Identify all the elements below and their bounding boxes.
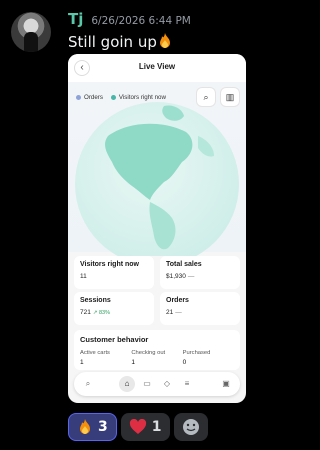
message-timestamp: 6/26/2026 6:44 PM (91, 15, 191, 27)
menu-icon[interactable]: ≡ (179, 376, 195, 392)
home-icon[interactable]: ⌂ (119, 376, 135, 392)
app-topbar: ‹ Live View (68, 54, 246, 82)
fire-emoji-icon (80, 419, 90, 434)
map-legend: Orders Visitors right now (76, 94, 166, 101)
purchased-stat: Purchased 0 (182, 350, 211, 366)
author-avatar[interactable] (11, 12, 51, 52)
customer-behavior-card[interactable]: Customer behavior Active carts 1 Checking… (74, 330, 240, 370)
sessions-card[interactable]: Sessions 721 ↗ 83% (74, 292, 154, 325)
search-icon[interactable]: ⌕ (197, 88, 215, 106)
fire-emoji-icon (157, 32, 173, 50)
reaction-count: 3 (98, 419, 108, 435)
live-globe-map[interactable]: Orders Visitors right now ⌕ ▥ (68, 82, 246, 256)
visitors-card[interactable]: Visitors right now 11 (74, 256, 154, 289)
tag-icon[interactable]: ◇ (159, 376, 175, 392)
orders-dot-icon (76, 95, 81, 100)
globe-icon (75, 102, 239, 256)
add-reaction-button[interactable] (173, 413, 208, 441)
attached-screenshot[interactable]: ‹ Live View Orders Visitors right now ⌕ … (68, 54, 246, 403)
store-icon[interactable]: ▣ (218, 376, 234, 392)
total-sales-card[interactable]: Total sales $1,930— (160, 256, 240, 289)
reactions-bar: 3 1 (68, 413, 208, 441)
book-icon[interactable]: ▥ (221, 88, 239, 106)
visitors-dot-icon (110, 95, 116, 100)
checking-out-stat: Checking out 1 (131, 350, 166, 366)
smiley-icon (182, 419, 199, 435)
message-body: Still goin up (68, 33, 157, 51)
author-name[interactable]: Tj (68, 10, 83, 28)
heart-reaction[interactable]: 1 (120, 413, 170, 441)
legend-orders: Orders (76, 94, 103, 101)
app-title: Live View (138, 62, 176, 71)
active-carts-stat: Active carts 1 (80, 350, 110, 366)
legend-visitors: Visitors right now (110, 94, 166, 101)
red-heart-icon (129, 419, 146, 434)
inbox-icon[interactable]: ▭ (139, 376, 155, 392)
bottom-nav: ⌕ ⌂ ▭ ◇ ≡ ▣ (74, 372, 240, 396)
search-icon[interactable]: ⌕ (80, 376, 96, 392)
orders-card[interactable]: Orders 21— (160, 292, 240, 325)
reaction-count: 1 (151, 419, 162, 435)
message-text: Still goin up (68, 32, 173, 51)
message-header: Tj 6/26/2026 6:44 PM (68, 10, 191, 28)
fire-reaction[interactable]: 3 (68, 413, 117, 441)
